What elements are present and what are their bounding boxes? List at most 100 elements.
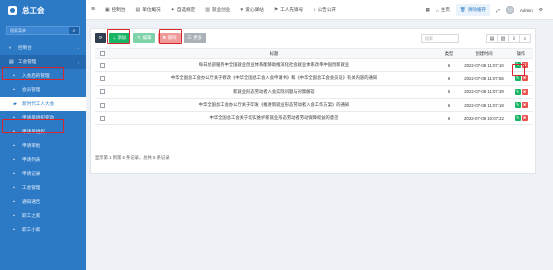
brand: 总工会 — [0, 0, 86, 20]
top-nav: ▣ 控制台 ▤ 单位概况 ✦ 自选规定 ▥ 就业创业 ♥ 爱心驿站 ⚑ 工人先锋号 ♪ 公告公开 — [100, 0, 341, 20]
sidebar-search-input[interactable]: 搜索菜单 — [7, 27, 69, 34]
hamburger-icon[interactable]: ≡ — [86, 6, 100, 13]
user-name[interactable]: Admin — [520, 8, 533, 13]
delete-icon[interactable]: ✖ — [521, 62, 528, 69]
sidebar-item[interactable]: ▤ 工会管理 ‹ — [0, 55, 86, 69]
list-icon: ▪ — [13, 86, 15, 93]
more-label: 更多 — [193, 35, 202, 40]
delete-icon[interactable]: ✖ — [521, 88, 528, 95]
col-time[interactable]: 创建时间 — [459, 48, 509, 59]
sidebar-item-label: 申请单组织变动 — [22, 115, 55, 120]
search-icon[interactable]: ⌕ — [69, 27, 79, 34]
top-nav-item[interactable]: ♥ 爱心驿站 — [235, 0, 268, 20]
row-actions: ✎ ✖ — [509, 85, 533, 99]
sidebar-item-label: 入会后的管理 — [22, 73, 50, 78]
home-link[interactable]: ⌂ 主页 — [436, 7, 450, 13]
col-title[interactable]: 标题 — [109, 48, 439, 59]
sidebar-item[interactable]: ▪ 职工小家 — [0, 223, 86, 237]
list-icon: ▪ — [13, 198, 15, 205]
sidebar-item[interactable]: ▪ 申请列表 — [0, 153, 86, 167]
table-row[interactable]: 中华全国总工会关于切实维护新就业形态劳动者劳动保障权益的意见 6 2022-07-0… — [95, 111, 533, 126]
fullscreen-icon[interactable]: ⤢ — [496, 8, 500, 13]
sidebar: 总工会 搜索菜单 ⌕ ◐ 控制台 ‹ ▤ 工会管理 ‹ ▪ 入会后的管理 ▪ 会员管理 ▰ 新时代工人… — [0, 0, 86, 270]
row-title: 中华全国总工会办公厅关于修改《中华全国总工会入会申请书》和《中华全国总工会会员证… — [109, 71, 439, 86]
table-row[interactable]: 中华全国总工会办公厅关于修改《中华全国总工会入会申请书》和《中华全国总工会会员证… — [95, 71, 533, 86]
table-row[interactable]: 新就业形态劳动者入会实际问题与对策解答 6 2022-07-08 11:07:39 ✎… — [95, 85, 533, 99]
add-label: 添加 — [117, 35, 127, 40]
delete-icon[interactable]: ✖ — [521, 102, 528, 109]
refresh-icon: ⟳ — [98, 35, 103, 40]
avatar[interactable] — [505, 6, 514, 14]
menu-icon: ▤ — [9, 58, 14, 65]
sidebar-item[interactable]: ▪ 入会后的管理 — [0, 69, 86, 83]
delete-icon[interactable]: ✖ — [521, 115, 528, 122]
top-nav-label: 公告公开 — [317, 6, 337, 12]
search-toggle-icon[interactable]: ⌕ — [519, 34, 531, 43]
sidebar-item[interactable]: ▪ 职工之家 — [0, 209, 86, 223]
top-nav-label: 控制台 — [111, 6, 126, 12]
sidebar-item[interactable]: ▪ 通知通告 — [0, 195, 86, 209]
sidebar-item[interactable]: ▰ 新时代工人大会 — [0, 97, 86, 111]
add-button[interactable]: + 添加 — [109, 33, 131, 43]
sidebar-item[interactable]: ▪ 工会管理 — [0, 181, 86, 195]
edit-icon[interactable]: ✎ — [514, 115, 521, 122]
briefcase-icon: ▥ — [205, 6, 210, 13]
table-row[interactable]: 中华全国总工会办公厅关于印发《推进新就业形态劳动者入会工作方案》的通知 6 2022… — [95, 98, 533, 113]
refresh-button[interactable]: ⟳ — [95, 33, 106, 43]
edit-icon[interactable]: ✎ — [514, 102, 521, 109]
row-time: 2022-07-08 11:07:39 — [459, 85, 509, 99]
sidebar-item-label: 会员管理 — [22, 87, 41, 92]
sidebar-item[interactable]: ▪ 申请单组织 — [0, 125, 86, 139]
row-type: 6 — [439, 71, 459, 86]
settings-icon[interactable]: ⚙ — [539, 7, 543, 13]
row-actions: ✎ ✖ — [509, 98, 533, 113]
layout-icon[interactable]: ▦ — [426, 7, 430, 13]
list-icon: ▪ — [13, 156, 15, 163]
row-checkbox[interactable] — [95, 98, 109, 113]
sidebar-item[interactable]: ▪ 申请单组织变动 — [0, 111, 86, 125]
edit-icon[interactable]: ✎ — [514, 88, 521, 95]
edit-icon[interactable]: ✎ — [514, 62, 521, 69]
list-icon: ▪ — [13, 114, 15, 121]
row-checkbox[interactable] — [95, 85, 109, 99]
logo-icon — [8, 5, 17, 15]
sidebar-item[interactable]: ▪ 会员管理 — [0, 83, 86, 97]
top-nav-item[interactable]: ▣ 控制台 — [100, 0, 131, 20]
delete-button[interactable]: ✖ 删除 — [158, 33, 181, 43]
folder-icon: ▰ — [13, 100, 17, 107]
top-right: ▦ ⌂ 主页 🗑 清除缓存 ⤢ Admin ⚙ — [426, 0, 553, 20]
row-checkbox[interactable] — [95, 111, 109, 126]
top-nav-item[interactable]: ▤ 单位概况 — [131, 0, 166, 20]
top-nav-item[interactable]: ▥ 就业创业 — [200, 0, 235, 20]
top-nav-item[interactable]: ✦ 自选规定 — [166, 0, 201, 20]
sidebar-item[interactable]: ◐ 控制台 ‹ — [0, 41, 86, 55]
sidebar-item-label: 工会管理 — [18, 59, 37, 64]
sidebar-item[interactable]: ▪ 申请记录 — [0, 167, 86, 181]
sidebar-item[interactable]: ▪ 申请审批 — [0, 139, 86, 153]
col-type[interactable]: 类型 — [439, 48, 459, 59]
chevron-icon: ‹ — [77, 45, 79, 51]
clear-cache-button[interactable]: 🗑 清除缓存 — [455, 4, 491, 16]
row-time: 2022-07-08 11:07:10 — [459, 58, 509, 73]
row-actions: ✎ ✖ — [509, 71, 533, 86]
edit-button[interactable]: ✎ 编辑 — [133, 33, 156, 43]
delete-label: 删除 — [167, 35, 177, 40]
heart-icon: ♥ — [240, 6, 244, 13]
sidebar-search[interactable]: 搜索菜单 ⌕ — [6, 26, 80, 35]
edit-icon[interactable]: ✎ — [514, 75, 521, 82]
sidebar-item-label: 控制台 — [18, 45, 32, 50]
delete-icon[interactable]: ✖ — [521, 75, 528, 82]
top-nav-label: 工人先锋号 — [280, 6, 304, 12]
top-nav-item[interactable]: ♪ 公告公开 — [308, 0, 341, 20]
top-bar: ≡ ▣ 控制台 ▤ 单位概况 ✦ 自选规定 ▥ 就业创业 ♥ 爱心驿站 ⚑ 工人先锋号 ♪ 公告公开 ▦ … — [86, 0, 553, 20]
row-checkbox[interactable] — [95, 58, 109, 73]
row-checkbox[interactable] — [95, 71, 109, 86]
table-row[interactable]: 每日总部服务中全国就业创业体系能够助推深化社会就业体系改革中国创新就业 6 2022… — [95, 58, 533, 73]
top-nav-item[interactable]: ⚑ 工人先锋号 — [269, 0, 308, 20]
row-actions: ✎ ✖ — [509, 111, 533, 126]
plus-icon: + — [113, 35, 116, 41]
search-input[interactable]: 搜索 — [421, 34, 459, 43]
more-button[interactable]: ☰ 更多 — [183, 33, 206, 43]
select-all-checkbox[interactable] — [95, 48, 109, 59]
sidebar-item-label: 新时代工人大会 — [22, 101, 55, 106]
